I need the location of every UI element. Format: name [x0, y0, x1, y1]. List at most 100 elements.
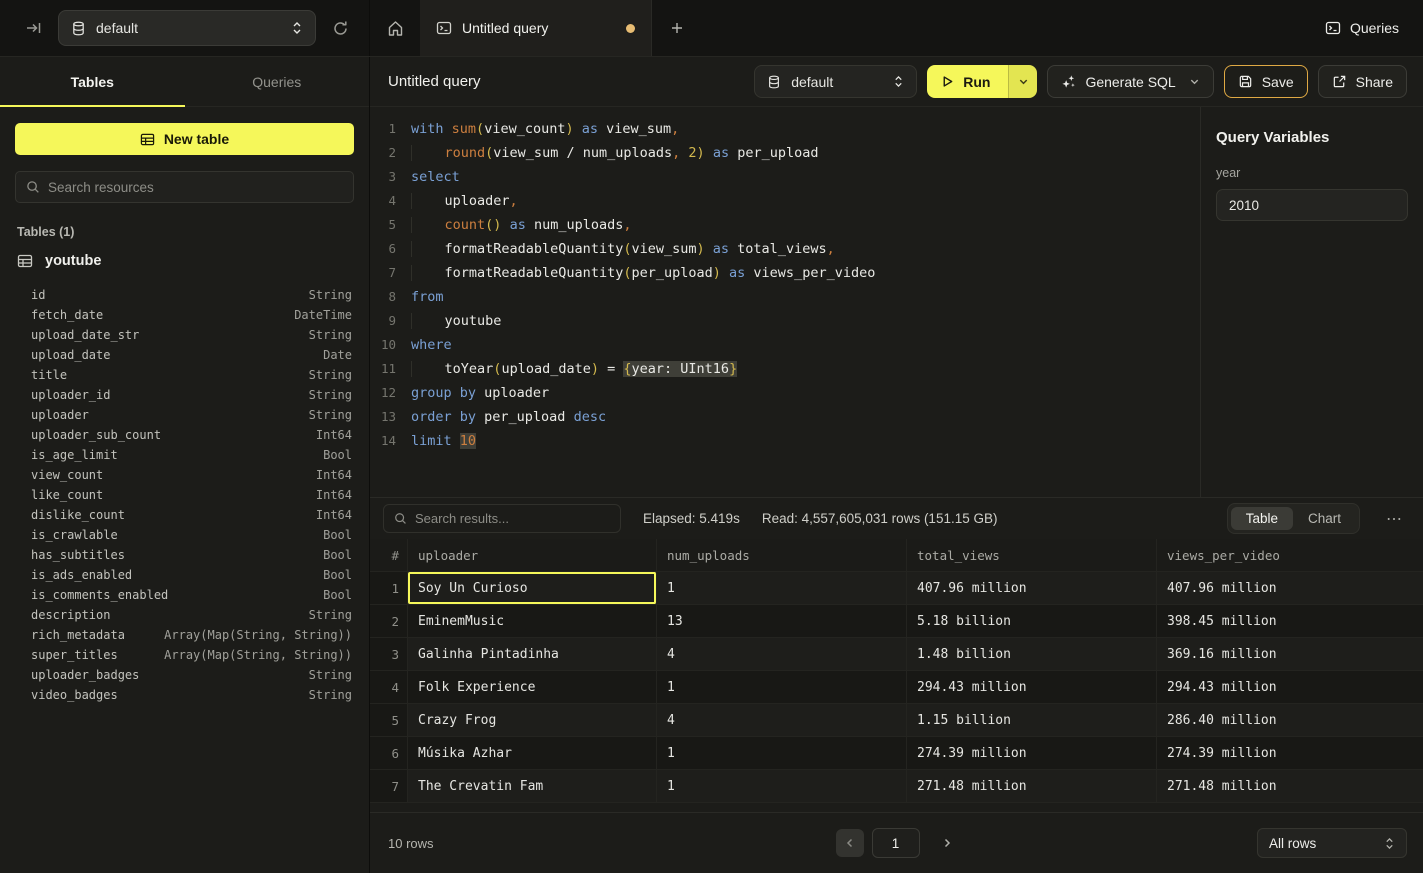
table-cell[interactable]: 274.39 million: [907, 737, 1157, 769]
row-index-cell[interactable]: 2: [370, 605, 408, 637]
line-number: 8: [370, 285, 396, 309]
prev-page-button[interactable]: [836, 829, 864, 857]
schema-column-row: like_countInt64: [31, 485, 352, 505]
column-name: has_subtitles: [31, 548, 125, 562]
database-icon: [767, 75, 781, 89]
table-cell[interactable]: 1: [657, 572, 907, 604]
table-cell[interactable]: 4: [657, 638, 907, 670]
home-button[interactable]: [370, 0, 420, 56]
column-name: fetch_date: [31, 308, 103, 322]
table-cell[interactable]: 286.40 million: [1157, 704, 1423, 736]
table-cell[interactable]: 1.15 billion: [907, 704, 1157, 736]
save-button[interactable]: Save: [1224, 65, 1308, 98]
table-cell[interactable]: 1: [657, 737, 907, 769]
table-cell[interactable]: 1: [657, 770, 907, 802]
sql-token: ,: [510, 193, 518, 209]
database-selector[interactable]: default: [58, 10, 316, 46]
results-search-input[interactable]: [415, 511, 610, 526]
queries-button[interactable]: Queries: [1301, 0, 1423, 56]
table-cell[interactable]: Galinha Pintadinha: [408, 638, 657, 670]
unsaved-dot-icon: [626, 24, 635, 33]
line-number: 5: [370, 213, 396, 237]
code-line: 5 count() as num_uploads,: [370, 213, 1200, 237]
run-options-button[interactable]: [1008, 65, 1037, 98]
row-index-cell[interactable]: 5: [370, 704, 408, 736]
schema-column-row: view_countInt64: [31, 465, 352, 485]
view-tab-chart[interactable]: Chart: [1293, 507, 1356, 530]
sql-token: per_upload: [729, 145, 818, 161]
row-index-cell[interactable]: 7: [370, 770, 408, 802]
save-button-label: Save: [1262, 74, 1294, 90]
sql-token: ,: [827, 241, 835, 257]
query-database-selector[interactable]: default: [754, 65, 917, 98]
plus-icon: [670, 21, 684, 35]
table-cell[interactable]: 407.96 million: [1157, 572, 1423, 604]
resource-search-input[interactable]: [48, 180, 343, 195]
sidebar-tab-queries[interactable]: Queries: [185, 57, 370, 106]
sql-editor[interactable]: 1with sum(view_count) as view_sum,2 roun…: [370, 107, 1200, 497]
table-cell[interactable]: Crazy Frog: [408, 704, 657, 736]
results-menu-button[interactable]: ⋯: [1382, 509, 1407, 529]
code-line: 10where: [370, 333, 1200, 357]
table-cell[interactable]: 294.43 million: [907, 671, 1157, 703]
table-cell[interactable]: The Crevatin Fam: [408, 770, 657, 802]
table-cell[interactable]: 271.48 million: [1157, 770, 1423, 802]
row-index-cell[interactable]: 6: [370, 737, 408, 769]
schema-column-row: uploader_sub_countInt64: [31, 425, 352, 445]
table-cell[interactable]: 271.48 million: [907, 770, 1157, 802]
table-cell[interactable]: 4: [657, 704, 907, 736]
sql-token: [705, 145, 713, 161]
sidebar-tab-tables[interactable]: Tables: [0, 57, 185, 106]
column-name: super_titles: [31, 648, 118, 662]
tab-untitled-query[interactable]: Untitled query: [420, 0, 652, 56]
tab-bar: Untitled query Queries: [370, 0, 1423, 56]
new-tab-button[interactable]: [652, 0, 702, 56]
variable-input-year[interactable]: [1216, 189, 1408, 221]
run-button[interactable]: Run: [927, 65, 1008, 98]
table-cell[interactable]: 369.16 million: [1157, 638, 1423, 670]
table-cell[interactable]: 407.96 million: [907, 572, 1157, 604]
table-cell[interactable]: 398.45 million: [1157, 605, 1423, 637]
sql-token: limit: [411, 433, 452, 449]
table-cell[interactable]: Folk Experience: [408, 671, 657, 703]
table-cell[interactable]: 5.18 billion: [907, 605, 1157, 637]
results-header-cell: num_uploads: [657, 539, 907, 571]
chevron-down-icon[interactable]: [1189, 76, 1200, 87]
row-index-cell[interactable]: 1: [370, 572, 408, 604]
table-cell[interactable]: Soy Un Curioso: [408, 572, 657, 604]
table-cell[interactable]: 13: [657, 605, 907, 637]
table-cell[interactable]: 294.43 million: [1157, 671, 1423, 703]
page-size-selector[interactable]: All rows: [1257, 828, 1407, 858]
page-number-input[interactable]: [872, 828, 920, 858]
schema-column-row: idString: [31, 285, 352, 305]
code-text: order by per_upload desc: [396, 405, 606, 429]
sidebar-table-youtube[interactable]: youtube: [15, 251, 354, 273]
row-index-cell[interactable]: 3: [370, 638, 408, 670]
line-number: 11: [370, 357, 396, 381]
share-button-label: Share: [1356, 74, 1393, 90]
table-cell[interactable]: 1: [657, 671, 907, 703]
line-number: 1: [370, 117, 396, 141]
refresh-button[interactable]: [326, 14, 355, 43]
collapse-sidebar-button[interactable]: [20, 14, 48, 42]
sql-token: ): [591, 361, 599, 377]
code-text: select: [396, 165, 460, 189]
generate-sql-button[interactable]: Generate SQL: [1047, 65, 1213, 98]
table-cell[interactable]: 274.39 million: [1157, 737, 1423, 769]
search-icon: [26, 180, 40, 194]
table-cell[interactable]: Músika Azhar: [408, 737, 657, 769]
terminal-icon: [436, 20, 452, 36]
share-button[interactable]: Share: [1318, 65, 1407, 98]
new-table-button[interactable]: New table: [15, 123, 354, 155]
share-icon: [1332, 74, 1347, 89]
sql-token: per_upload: [476, 409, 565, 425]
resource-search: [15, 171, 354, 203]
column-type: Int64: [316, 468, 352, 482]
row-index-cell[interactable]: 4: [370, 671, 408, 703]
sql-token: [705, 241, 713, 257]
table-cell[interactable]: EminemMusic: [408, 605, 657, 637]
floppy-icon: [1238, 74, 1253, 89]
table-cell[interactable]: 1.48 billion: [907, 638, 1157, 670]
view-tab-table[interactable]: Table: [1231, 507, 1293, 530]
next-page-button[interactable]: [936, 838, 958, 848]
